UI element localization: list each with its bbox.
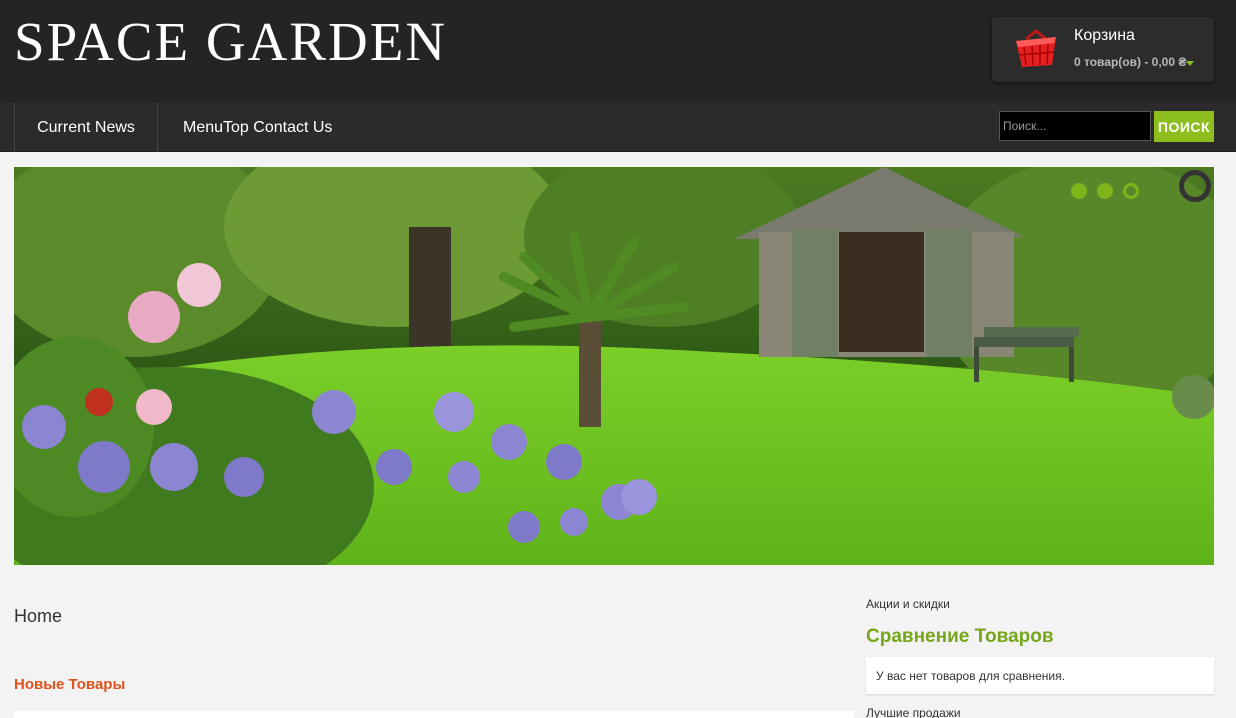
product-list-container: [14, 711, 854, 718]
slider-dot-1[interactable]: [1071, 183, 1087, 199]
nav-item-contact-us[interactable]: MenuTop Contact Us: [183, 103, 332, 152]
cart-title: Корзина: [1074, 27, 1135, 44]
sidebar-link-specials[interactable]: Акции и скидки: [866, 597, 950, 611]
site-logo[interactable]: SPACE GARDEN: [14, 12, 447, 72]
basket-icon: [1016, 29, 1056, 67]
cart-summary[interactable]: 0 товар(ов) - 0,00 ₴: [1074, 55, 1186, 69]
search-button[interactable]: ПОИСК: [1154, 111, 1214, 142]
search-input[interactable]: [999, 111, 1151, 141]
sidebar-link-bestsellers[interactable]: Лучшие продажи: [866, 706, 961, 718]
section-title-new-products: Новые Товары: [14, 676, 126, 693]
compare-box: У вас нет товаров для сравнения.: [866, 657, 1214, 694]
compare-empty-text: У вас нет товаров для сравнения.: [876, 669, 1065, 683]
nav-item-current-news[interactable]: Current News: [14, 103, 158, 152]
site-header: SPACE GARDEN Корзина 0 товар(ов) - 0,00 …: [0, 0, 1236, 103]
main-nav: Current News MenuTop Contact Us ПОИСК: [0, 103, 1236, 152]
garden-photo: [14, 167, 1214, 565]
slider-dot-3[interactable]: [1123, 183, 1139, 199]
hero-slider[interactable]: [14, 167, 1214, 565]
cart-widget[interactable]: Корзина 0 товар(ов) - 0,00 ₴: [992, 17, 1214, 82]
slider-dot-2[interactable]: [1097, 183, 1113, 199]
page-title: Home: [14, 606, 63, 626]
compare-title: Сравнение Товаров: [866, 626, 1054, 647]
loading-spinner-icon: [1179, 170, 1211, 202]
chevron-down-icon[interactable]: [1186, 61, 1194, 66]
